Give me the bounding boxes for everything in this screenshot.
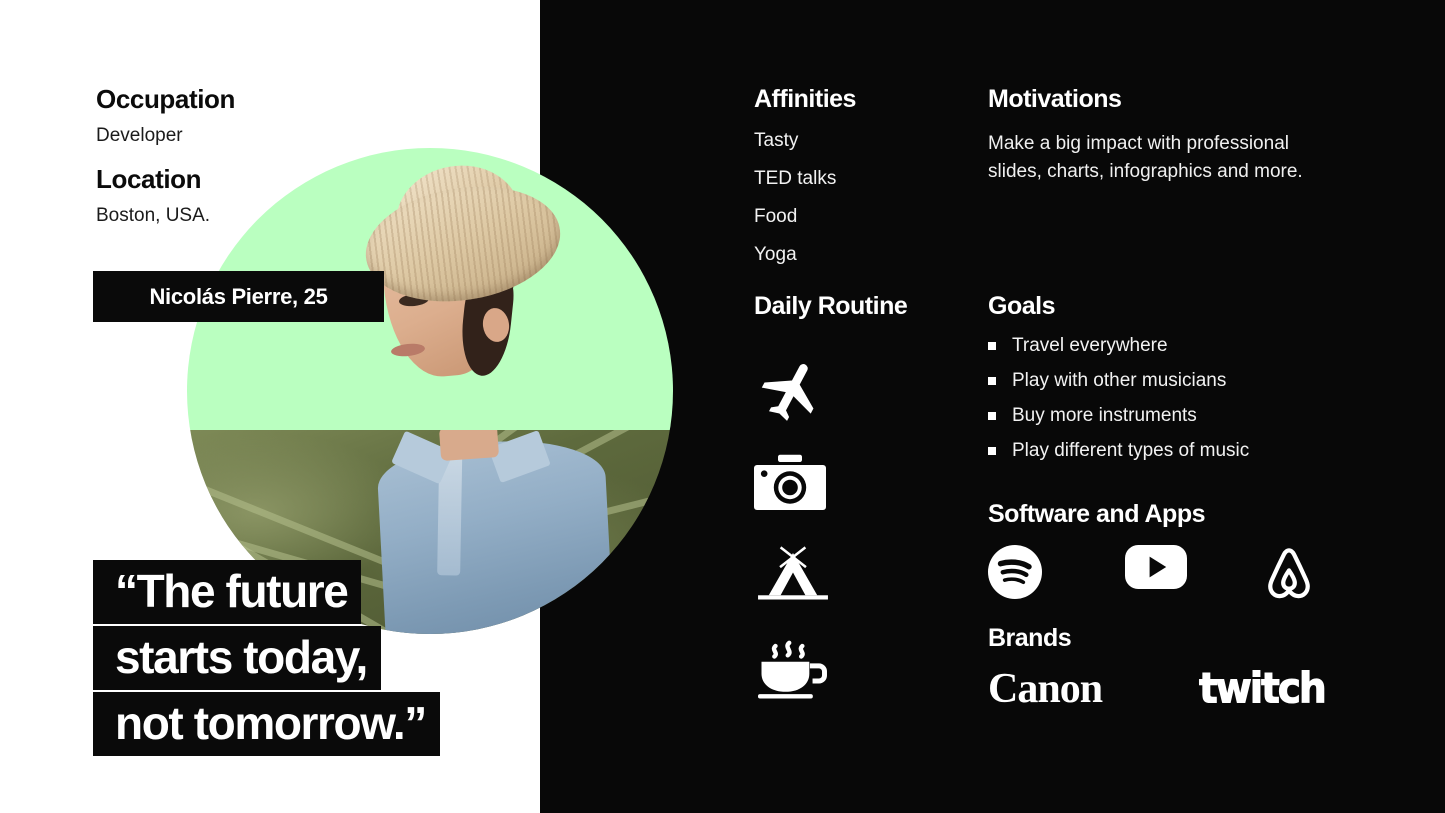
quote-line-3: not tomorrow.”: [93, 692, 440, 756]
tent-icon: [758, 546, 828, 600]
list-item: Tasty: [754, 130, 799, 151]
software-logos: [988, 545, 1333, 607]
routine-icon-tent: [754, 529, 832, 621]
quote-line-2: starts today,: [93, 626, 381, 690]
goal-text: Buy more instruments: [1012, 405, 1197, 426]
quote-block: “The future starts today, not tomorrow.”: [93, 560, 440, 758]
brand-logos: Canon twitch: [988, 666, 1333, 718]
airbnb-logo: [1268, 548, 1310, 599]
coffee-cup-icon: [758, 640, 827, 699]
spotify-logo-wrap: [988, 545, 1042, 604]
square-bullet-icon: [988, 447, 996, 455]
daily-routine-heading: Daily Routine: [754, 292, 908, 320]
canon-logo: Canon: [988, 666, 1103, 712]
list-item: TED talks: [754, 168, 837, 189]
brands-heading: Brands: [988, 624, 1072, 652]
routine-icon-camera: [754, 437, 832, 529]
list-item: Food: [754, 206, 798, 227]
twitch-logo: twitch: [1198, 664, 1327, 713]
software-heading: Software and Apps: [988, 500, 1206, 528]
quote-line-1: “The future: [93, 560, 362, 624]
canon-logo-wrap: Canon: [988, 666, 1103, 712]
name-bar-text: Nicolás Pierre, 25: [149, 283, 328, 309]
youtube-logo: [1125, 545, 1187, 589]
occupation-value: Developer: [96, 125, 183, 146]
airplane-icon: [761, 364, 814, 421]
affinities-list: Tasty TED talks Food Yoga: [754, 130, 836, 282]
daily-routine-icons: [754, 345, 832, 713]
youtube-logo-wrap: [1125, 545, 1187, 594]
location-label: Location: [96, 164, 202, 194]
camera-icon: [754, 454, 826, 510]
goal-text: Play with other musicians: [1012, 370, 1227, 391]
goals-list: Travel everywhere Play with other musici…: [988, 335, 1249, 475]
goal-text: Play different types of music: [1012, 440, 1250, 461]
goals-heading: Goals: [988, 292, 1055, 320]
affinities-heading: Affinities: [754, 85, 856, 113]
goal-text: Travel everywhere: [1012, 335, 1168, 356]
routine-icon-airplane: [754, 345, 832, 437]
list-item: Play with other musicians: [988, 370, 1249, 392]
list-item: Travel everywhere: [988, 335, 1249, 357]
persona-slide: Occupation Developer Location Boston, US…: [0, 0, 1445, 813]
twitch-logo-wrap: twitch: [1198, 667, 1327, 710]
square-bullet-icon: [988, 412, 996, 420]
square-bullet-icon: [988, 377, 996, 385]
name-bar: Nicolás Pierre, 25: [93, 271, 384, 322]
square-bullet-icon: [988, 342, 996, 350]
list-item: Yoga: [754, 244, 797, 265]
occupation-label: Occupation: [96, 84, 236, 114]
motivations-heading: Motivations: [988, 85, 1122, 113]
location-value: Boston, USA.: [96, 205, 211, 226]
list-item: Play different types of music: [988, 440, 1249, 462]
motivations-text: Make a big impact with professional slid…: [988, 133, 1303, 182]
routine-icon-coffee: [754, 621, 832, 713]
airbnb-logo-wrap: [1260, 545, 1318, 608]
spotify-logo: [988, 545, 1042, 599]
list-item: Buy more instruments: [988, 405, 1249, 427]
